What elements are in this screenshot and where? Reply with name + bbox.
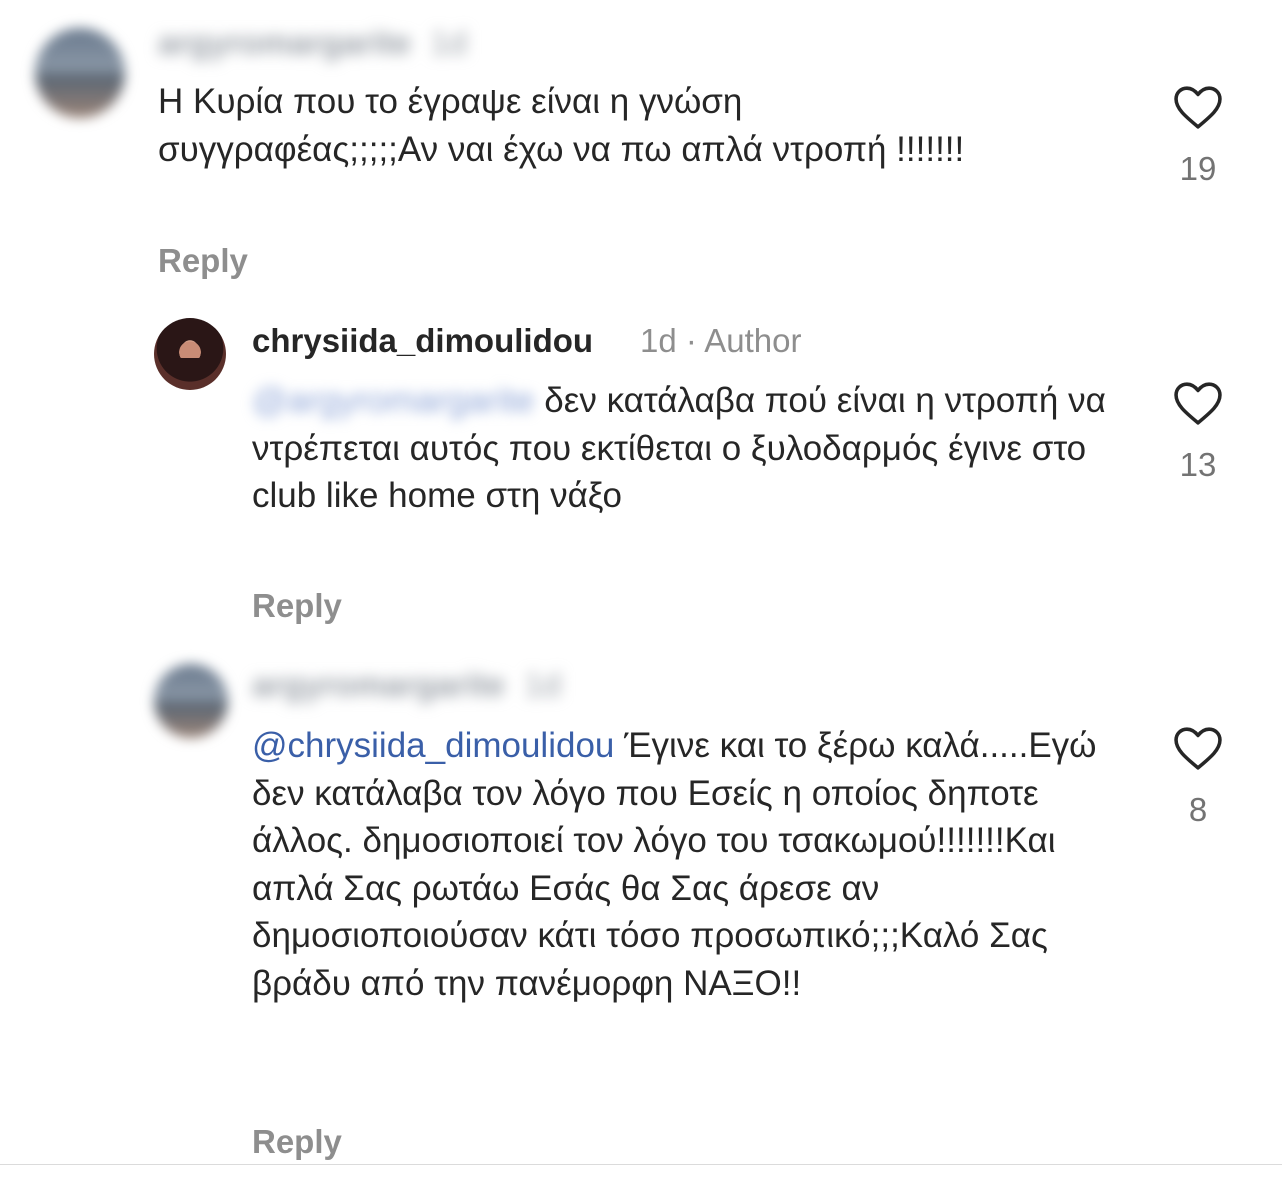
meta-separator: · bbox=[685, 322, 705, 359]
like-button[interactable]: 19 bbox=[1168, 84, 1228, 188]
reply-button[interactable]: Reply bbox=[252, 1123, 342, 1161]
like-count: 19 bbox=[1179, 150, 1217, 187]
mention-link[interactable]: @argyromargarite bbox=[252, 381, 535, 420]
comment-time: 1d bbox=[640, 322, 677, 359]
like-button[interactable]: 8 bbox=[1168, 725, 1228, 829]
comment-username[interactable]: argyromargarite 1d bbox=[158, 24, 467, 62]
avatar[interactable] bbox=[154, 318, 226, 390]
reply-button[interactable]: Reply bbox=[252, 587, 342, 625]
comment-text: @argyromargarite δεν κατάλαβα πού είναι … bbox=[252, 377, 1132, 520]
mention-link[interactable]: @chrysiida_dimoulidou bbox=[252, 726, 614, 765]
like-button[interactable]: 13 bbox=[1168, 380, 1228, 484]
comment-meta: 1d · Author bbox=[640, 322, 801, 360]
comment-body: Η Κυρία που το έγραψε είναι η γνώση συγγ… bbox=[158, 82, 965, 169]
avatar[interactable] bbox=[154, 664, 228, 738]
comment-text: @chrysiida_dimoulidou Έγινε και το ξέρω … bbox=[252, 722, 1132, 1007]
comment-text: Η Κυρία που το έγραψε είναι η γνώση συγγ… bbox=[158, 78, 998, 173]
author-badge: Author bbox=[704, 322, 802, 359]
comment-username[interactable]: argyromargarite 1d bbox=[252, 666, 561, 704]
username-text[interactable]: chrysiida_dimoulidou bbox=[252, 322, 593, 359]
heart-outline-icon[interactable] bbox=[1172, 84, 1224, 130]
heart-outline-icon[interactable] bbox=[1172, 725, 1224, 771]
comment-time: 1d bbox=[430, 24, 467, 61]
like-count: 13 bbox=[1179, 446, 1217, 483]
comment-username[interactable]: chrysiida_dimoulidou bbox=[252, 322, 593, 360]
username-text[interactable]: argyromargarite bbox=[158, 24, 411, 61]
reply-button[interactable]: Reply bbox=[158, 242, 248, 280]
like-count: 8 bbox=[1188, 791, 1208, 828]
username-text[interactable]: argyromargarite bbox=[252, 666, 505, 703]
heart-outline-icon[interactable] bbox=[1172, 380, 1224, 426]
comment-body: Έγινε και το ξέρω καλά.....Εγώ δεν κατάλ… bbox=[252, 726, 1097, 1003]
comment-time: 1d bbox=[524, 666, 561, 703]
avatar[interactable] bbox=[35, 28, 125, 118]
bottom-divider bbox=[0, 1164, 1282, 1165]
